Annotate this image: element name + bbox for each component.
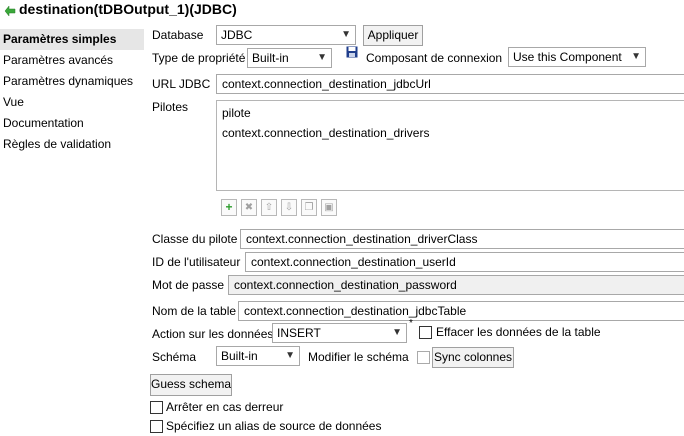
sync-columns-button[interactable]: Sync colonnes [432,347,514,368]
apply-button[interactable]: Appliquer [363,25,423,46]
copy-icon[interactable]: ❐ [301,199,317,216]
schema-label: Schéma [152,350,197,364]
data-action-label: Action sur les données [152,327,274,341]
chevron-down-icon: ▼ [317,52,327,63]
move-up-icon[interactable]: ⇧ [261,199,277,216]
clear-table-label: Effacer les données de la table [436,325,601,339]
sidebar-item-dynamic-settings[interactable]: Paramètres dynamiques [0,71,144,92]
password-label: Mot de passe [152,278,225,292]
user-id-label: ID de l'utilisateur [152,255,241,269]
connection-component-value: Use this Component [513,50,622,64]
table-name-label: Nom de la table [152,304,237,318]
property-type-select[interactable]: Built-in ▼ [247,48,332,68]
connection-component-select[interactable]: Use this Component ▼ [508,47,646,67]
drivers-list[interactable]: pilote context.connection_destination_dr… [216,100,684,191]
jdbc-url-label: URL JDBC [152,77,211,91]
connection-component-label: Composant de connexion [366,51,503,65]
datasource-alias-label: Spécifiez un alias de source de données [166,419,382,433]
edit-schema-label: Modifier le schéma [308,350,409,364]
guess-schema-button[interactable]: Guess schema [150,374,232,396]
stop-on-error-label: Arrêter en cas derreur [166,400,284,414]
property-type-value: Built-in [252,51,289,65]
chevron-down-icon: ▼ [285,350,295,361]
component-icon [3,3,17,20]
user-id-field[interactable]: context.connection_destination_userId [245,252,684,272]
chevron-down-icon: ▼ [392,327,402,338]
sidebar-item-view[interactable]: Vue [0,92,144,113]
driver-class-field[interactable]: context.connection_destination_driverCla… [240,229,684,249]
schema-select[interactable]: Built-in ▼ [216,346,300,366]
chevron-down-icon: ▼ [341,29,351,40]
drivers-label: Pilotes [152,100,189,114]
driver-class-label: Classe du pilote [152,232,238,246]
database-label: Database [152,28,204,42]
table-name-field[interactable]: context.connection_destination_jdbcTable [238,301,684,321]
data-action-value: INSERT [277,326,321,340]
schema-value: Built-in [221,349,258,363]
delete-icon[interactable]: ✖ [241,199,257,216]
edit-schema-button[interactable] [417,351,430,364]
password-field[interactable]: context.connection_destination_password [228,275,684,295]
stop-on-error-checkbox[interactable] [150,401,163,414]
database-select[interactable]: JDBC ▼ [216,25,356,45]
list-item[interactable]: context.connection_destination_drivers [222,126,429,140]
floppy-disk-icon[interactable] [346,46,358,61]
datasource-alias-checkbox[interactable] [150,420,163,433]
move-down-icon[interactable]: ⇩ [281,199,297,216]
required-marker: * [409,318,413,329]
title-bar: destination(tDBOutput_1)(JDBC) [0,0,684,20]
clear-table-checkbox[interactable] [419,326,432,339]
sidebar-item-advanced-settings[interactable]: Paramètres avancés [0,50,144,71]
property-type-label: Type de propriété [152,51,246,65]
sidebar-item-basic-settings[interactable]: Paramètres simples [0,29,144,50]
sidebar: Paramètres simples Paramètres avancés Pa… [0,29,144,436]
sidebar-item-validation-rules[interactable]: Règles de validation [0,134,144,155]
chevron-down-icon: ▼ [631,51,641,62]
database-value: JDBC [221,28,253,42]
window-title: destination(tDBOutput_1)(JDBC) [19,1,237,17]
paste-icon[interactable]: ▣ [321,199,337,216]
sidebar-item-documentation[interactable]: Documentation [0,113,144,134]
add-icon[interactable]: + [221,199,237,216]
list-item[interactable]: pilote [222,106,251,120]
jdbc-url-field[interactable]: context.connection_destination_jdbcUrl [216,74,684,94]
data-action-select[interactable]: INSERT ▼ [272,323,407,343]
